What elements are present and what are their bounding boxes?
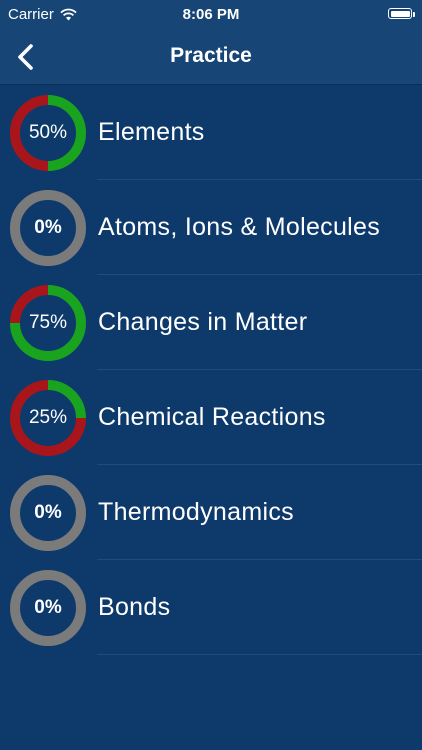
progress-ring: 25% xyxy=(9,379,87,457)
progress-percent: 0% xyxy=(34,502,62,523)
topic-row[interactable]: 0% Thermodynamics xyxy=(0,465,422,560)
topic-row[interactable]: 75% Changes in Matter xyxy=(0,275,422,370)
navigation-bar: Practice xyxy=(0,30,422,85)
progress-percent: 75% xyxy=(28,312,68,333)
topic-row[interactable]: 0% Atoms, Ions & Molecules xyxy=(0,180,422,275)
status-time: 8:06 PM xyxy=(182,6,240,23)
topic-list: 50% Elements 0% Atoms, Ions & Molecules 75% C… xyxy=(0,85,422,655)
topic-label: Changes in Matter xyxy=(98,308,308,336)
page-title: Practice xyxy=(170,44,252,67)
topic-row[interactable]: 0% Bonds xyxy=(0,560,422,655)
progress-percent: 50% xyxy=(28,122,68,143)
topic-label: Thermodynamics xyxy=(98,498,294,526)
progress-ring: 75% xyxy=(9,284,87,362)
progress-percent: 0% xyxy=(34,597,62,618)
progress-ring: 50% xyxy=(9,94,87,172)
progress-ring: 0% xyxy=(9,474,87,552)
progress-ring: 0% xyxy=(9,569,87,647)
topic-label: Chemical Reactions xyxy=(98,403,326,431)
progress-percent: 25% xyxy=(28,407,68,428)
progress-ring: 0% xyxy=(9,189,87,267)
status-bar: Carrier 8:06 PM xyxy=(0,0,422,30)
topic-label: Elements xyxy=(98,118,205,146)
battery-icon xyxy=(388,8,415,19)
topic-label: Atoms, Ions & Molecules xyxy=(98,213,381,241)
progress-percent: 0% xyxy=(34,217,62,238)
topic-label: Bonds xyxy=(98,593,171,621)
topic-row[interactable]: 25% Chemical Reactions xyxy=(0,370,422,465)
topic-row[interactable]: 50% Elements xyxy=(0,85,422,180)
row-separator xyxy=(97,654,422,655)
